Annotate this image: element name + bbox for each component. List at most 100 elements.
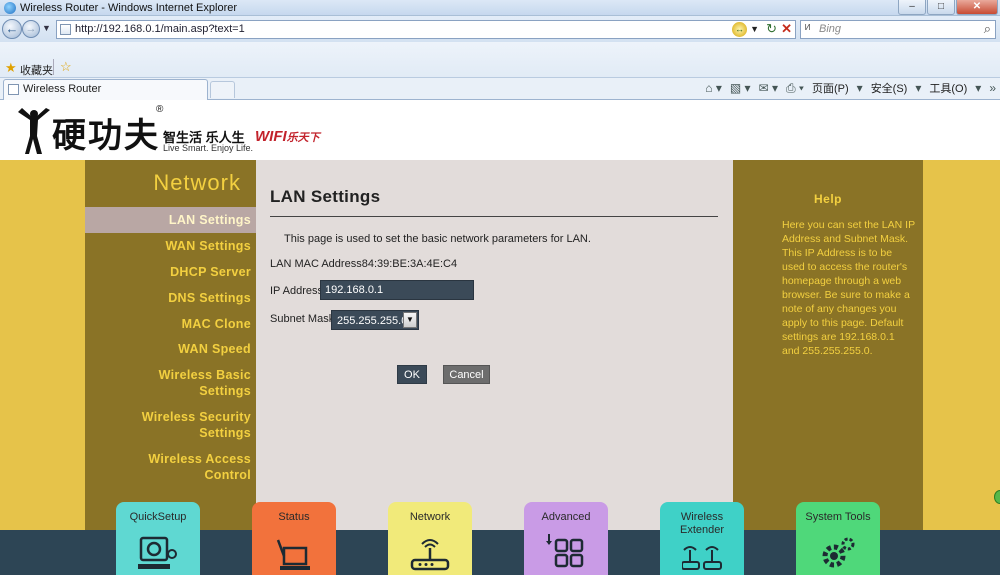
tile-status[interactable]: Status [252,502,336,575]
sidebar-item-label: Wireless Security [141,410,251,424]
tile-label: Status [278,511,310,523]
brand-header: 硬功夫 ® 智生活 乐人生 Live Smart. Enjoy Life. WI… [0,100,1000,160]
quicksetup-icon [138,536,177,569]
tab-wireless-router[interactable]: Wireless Router [3,79,208,100]
favorites-bar: ★ 收藏夹 ☆ [0,42,1000,78]
mac-address-row: LAN MAC Address84:39:BE:3A:4E:C4 [270,258,457,270]
stop-icon[interactable]: ✕ [781,21,792,37]
subnet-mask-value[interactable]: 255.255.255.0 [337,315,407,327]
tile-wireless-extender[interactable]: Wireless Extender [660,502,744,575]
maximize-button[interactable]: □ [927,0,955,15]
tab-page-icon [8,84,19,95]
router-page: 硬功夫 ® 智生活 乐人生 Live Smart. Enjoy Life. WI… [0,100,1000,575]
gear-icon [822,537,855,568]
recent-pages-dropdown-icon[interactable]: ▼ [42,23,51,33]
cancel-button[interactable]: Cancel [443,365,490,384]
left-margin [0,160,85,575]
safety-menu[interactable]: 安全(S) [871,80,908,96]
lan-settings-panel: LAN Settings This page is used to set th… [256,160,733,530]
favorites-star-icon[interactable]: ★ [5,60,17,76]
close-window-button[interactable]: ✕ [956,0,998,15]
add-favorite-icon[interactable]: ☆ [60,59,72,75]
tile-label: QuickSetup [129,511,187,523]
feeds-icon[interactable]: ▧ ▾ [730,81,751,95]
sidebar-item-wan-speed[interactable]: WAN Speed [85,341,256,357]
print-icon[interactable]: ⎙ ▾ [786,81,804,96]
address-bar[interactable]: http://192.168.0.1/main.asp?text=1 ↔ ▼ ↻… [56,20,796,39]
tab-label[interactable]: Wireless Router [23,83,101,95]
chevron-down-icon[interactable]: ▼ [403,312,417,328]
ie-logo-icon [4,2,16,14]
minimize-button[interactable]: ‒ [898,0,926,15]
address-dropdown-icon[interactable]: ▼ [750,24,759,34]
subnet-mask-select[interactable]: 255.255.255.0 ▼ [331,310,419,330]
sidebar-item-wireless-basic-settings[interactable]: Wireless Basic Settings [85,367,256,399]
brand-name-cn: 硬功夫 [52,116,160,156]
tools-menu[interactable]: 工具(O) [929,80,967,96]
search-icon[interactable]: ⌕ [984,21,991,37]
search-placeholder[interactable]: Bing [819,23,841,35]
brand-slogan-en: Live Smart. Enjoy Life. [163,143,254,153]
side-float-button[interactable] [994,490,1000,504]
ok-button[interactable]: OK [397,365,427,384]
sidebar-item-label: DHCP Server [170,265,251,279]
compatibility-view-icon[interactable]: ↔ [732,22,747,37]
window-title: Wireless Router - Windows Internet Explo… [20,2,238,14]
kungfu-figure-logo-icon [18,108,50,154]
sidebar-item-label: Wireless Access [148,452,251,466]
navigation-bar: ← → ▼ http://192.168.0.1/main.asp?text=1… [0,16,1000,42]
wifi-logo-text: WIFI [255,128,287,145]
sidebar-item-dns-settings[interactable]: DNS Settings [85,290,256,306]
grid-icon [546,534,584,568]
sidebar-item-wireless-access-control[interactable]: Wireless Access Control [85,451,256,483]
mac-address-value: 84:39:BE:3A:4E:C4 [361,258,458,270]
tile-network[interactable]: Network [388,502,472,575]
tile-system-tools[interactable]: System Tools [796,502,880,575]
sidebar-item-mac-clone[interactable]: MAC Clone [85,316,256,332]
sidebar-item-dhcp-server[interactable]: DHCP Server [85,264,256,280]
sidebar-item-wan-settings[interactable]: WAN Settings [85,238,256,254]
page-description: This page is used to set the basic netwo… [284,233,591,245]
extender-icon [682,546,722,570]
page-menu[interactable]: 页面(P) [812,80,849,96]
sidebar-item-label-line2: Settings [199,426,251,440]
command-bar: ⌂ ▾ ▧ ▾ ✉ ▾ ⎙ ▾ 页面(P) ▾ 安全(S) ▾ 工具(O) ▾ » [705,80,996,96]
page-icon [60,24,71,35]
refresh-icon[interactable]: ↻ [766,21,777,37]
mail-icon[interactable]: ✉ ▾ [759,81,778,95]
sidebar-item-label: WAN Settings [165,239,251,253]
forward-button[interactable]: → [22,20,40,38]
favorites-button-label[interactable]: 收藏夹 [20,62,53,78]
sidebar-section-title: Network [153,170,241,195]
wifi-logo: WIFI乐天下 [255,128,320,145]
sidebar-item-label: MAC Clone [181,317,251,331]
page-menu-arrow-icon[interactable]: ▾ [857,81,863,95]
tile-advanced[interactable]: Advanced [524,502,608,575]
sidebar-item-label-line2: Control [204,468,251,482]
help-title: Help [813,192,842,206]
sidebar-item-wireless-security-settings[interactable]: Wireless Security Settings [85,409,256,441]
window-controls: ‒ □ ✕ [898,0,998,16]
sidebar-item-label: WAN Speed [178,342,251,356]
back-button[interactable]: ← [2,19,22,39]
tile-quicksetup[interactable]: QuickSetup [116,502,200,575]
safety-menu-arrow-icon[interactable]: ▾ [915,81,921,95]
help-panel: Help Here you can set the LAN IP Address… [733,160,923,530]
search-box[interactable]: ᴻ Bing ⌕ [800,20,996,39]
new-tab-button[interactable] [210,81,235,98]
laptop-icon [276,539,310,570]
subnet-mask-label: Subnet Mask [270,313,335,325]
sidebar-item-label: LAN Settings [168,213,251,227]
address-url[interactable]: http://192.168.0.1/main.asp?text=1 [75,23,245,35]
page-title: LAN Settings [270,187,381,206]
favorites-separator [53,59,54,75]
tools-menu-arrow-icon[interactable]: ▾ [975,81,981,95]
help-text: Here you can set the LAN IP Address and … [782,219,915,357]
title-divider [270,216,718,217]
bing-icon: ᴻ [805,22,811,36]
help-menu-icon[interactable]: » [989,81,996,95]
wifi-logo-cn: 乐天下 [286,131,320,144]
ip-address-input[interactable] [320,280,474,300]
sidebar-item-lan-settings[interactable]: LAN Settings [85,207,256,233]
home-icon[interactable]: ⌂ ▾ [705,81,722,95]
